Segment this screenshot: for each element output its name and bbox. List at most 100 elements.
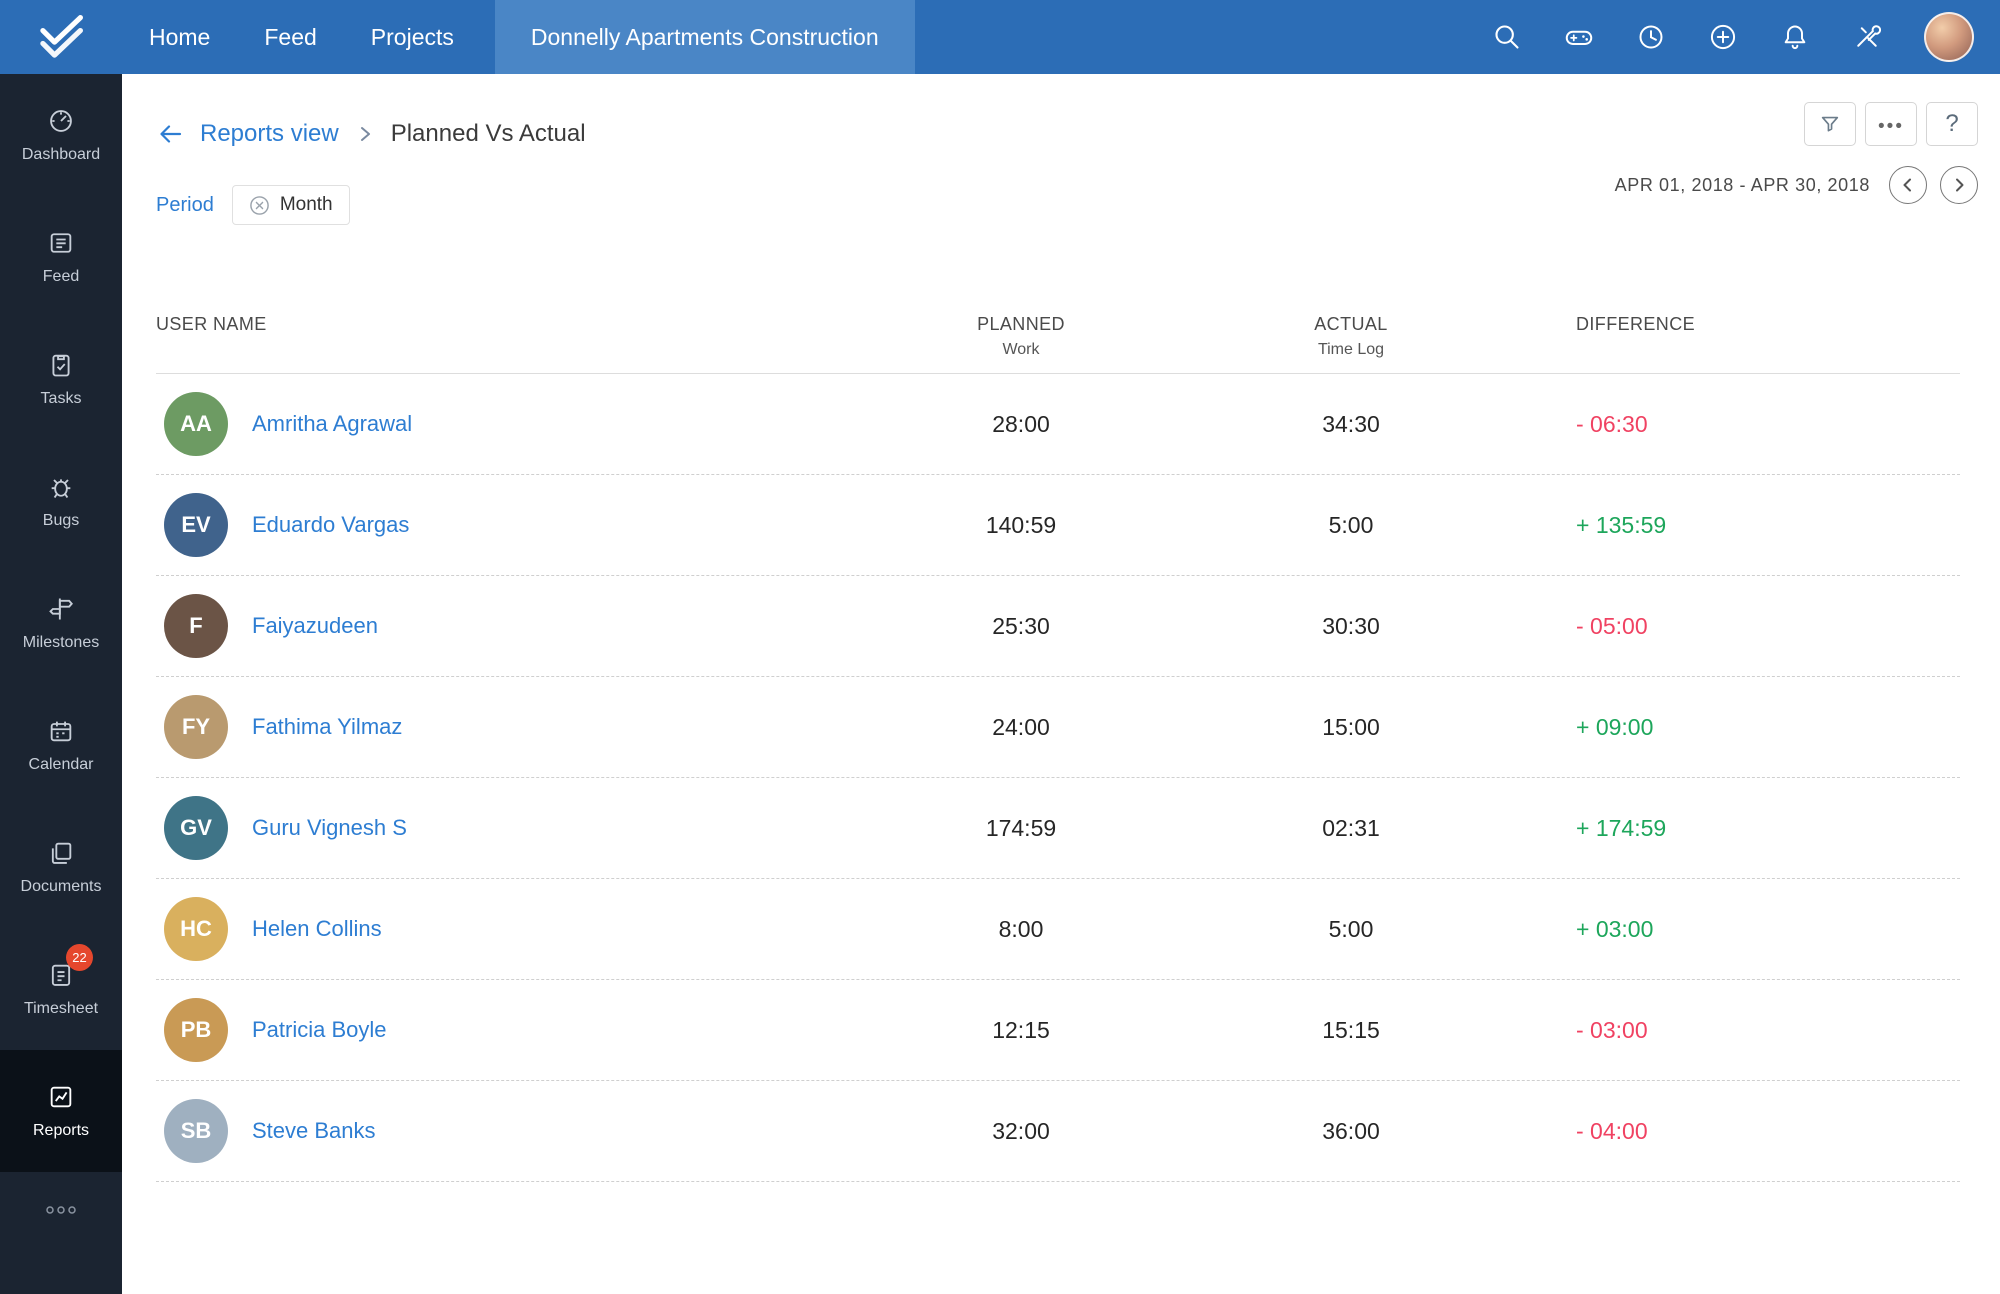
user-name-link[interactable]: Steve Banks [252,1118,376,1144]
user-name-link[interactable]: Guru Vignesh S [252,815,407,841]
sidebar-item-label: Dashboard [21,145,101,163]
planned-vs-actual-table: USER NAME PLANNED Work ACTUAL Time Log D… [156,314,1960,1182]
games-icon[interactable] [1564,22,1594,52]
filter-button[interactable] [1804,102,1856,146]
back-arrow-icon[interactable] [156,120,184,148]
breadcrumb-chevron-icon [355,124,375,144]
table-row: F Faiyazudeen 25:30 30:30 - 05:00 [156,576,1960,677]
sidebar-item-tasks[interactable]: Tasks [0,318,122,440]
nav-projects[interactable]: Projects [344,0,481,74]
sidebar-item-label: Bugs [42,511,80,529]
avatar: FY [164,695,228,759]
filter-icon [1821,116,1839,132]
page-title: Planned Vs Actual [390,120,586,147]
difference-value: + 09:00 [1576,713,1654,740]
planned-value: 32:00 [992,1117,1050,1144]
nav-home[interactable]: Home [122,0,237,74]
sidebar-item-label: Calendar [28,755,94,773]
sidebar-item-label: Reports [32,1121,90,1139]
user-name-link[interactable]: Helen Collins [252,916,382,942]
history-icon[interactable] [1636,22,1666,52]
active-project-tab[interactable]: Donnelly Apartments Construction [494,0,915,74]
sidebar: Dashboard Feed Tasks Bugs Milestones Cal… [0,74,122,1294]
chevron-left-icon [1903,178,1911,192]
sidebar-item-feed[interactable]: Feed [0,196,122,318]
actual-value: 30:30 [1322,612,1380,639]
documents-icon [51,842,72,864]
notifications-icon[interactable] [1780,22,1810,52]
period-chip[interactable]: Month [231,185,350,225]
sidebar-item-documents[interactable]: Documents [0,806,122,928]
user-name-link[interactable]: Amritha Agrawal [252,411,412,437]
timesheet-badge: 22 [66,944,93,971]
date-range-nav: APR 01, 2018 - APR 30, 2018 [1615,166,1978,204]
date-range-label: APR 01, 2018 - APR 30, 2018 [1614,174,1870,195]
col-actual-sub: Time Log [1317,341,1385,358]
table-row: AA Amritha Agrawal 28:00 34:30 - 06:30 [156,374,1960,475]
app-logo[interactable] [0,0,122,74]
double-check-logo-icon [40,15,83,58]
user-name-link[interactable]: Eduardo Vargas [252,512,409,538]
search-icon[interactable] [1492,22,1522,52]
avatar: F [164,594,228,658]
avatar: EV [164,493,228,557]
next-period-button[interactable] [1940,166,1978,204]
user-name-link[interactable]: Fathima Yilmaz [252,714,402,740]
difference-value: + 174:59 [1576,814,1667,841]
actual-value: 15:15 [1322,1016,1380,1043]
sidebar-item-label: Tasks [40,389,82,407]
tasks-icon [52,354,70,376]
help-button[interactable]: ? [1926,102,1978,146]
reports-icon [50,1086,72,1107]
col-planned-sub: Work [1002,341,1040,358]
sidebar-item-reports[interactable]: Reports [0,1050,122,1172]
sidebar-item-label: Documents [20,877,102,895]
actual-value: 5:00 [1328,511,1374,538]
nav-feed[interactable]: Feed [237,0,343,74]
sidebar-item-calendar[interactable]: Calendar [0,684,122,806]
more-options-button[interactable]: ••• [1865,102,1917,146]
avatar: HC [164,897,228,961]
planned-value: 140:59 [985,511,1057,538]
actual-value: 02:31 [1322,814,1380,841]
actual-value: 34:30 [1322,410,1380,437]
feed-icon [50,232,72,253]
remove-filter-icon[interactable] [249,195,270,216]
avatar: AA [164,392,228,456]
table-row: PB Patricia Boyle 12:15 15:15 - 03:00 [156,980,1960,1081]
add-icon[interactable] [1708,22,1738,52]
avatar: PB [164,998,228,1062]
sidebar-item-milestones[interactable]: Milestones [0,562,122,684]
user-name-link[interactable]: Patricia Boyle [252,1017,387,1043]
planned-value: 174:59 [985,814,1057,841]
chevron-right-icon [1956,178,1964,192]
sidebar-item-label: Milestones [22,633,100,651]
table-header: USER NAME PLANNED Work ACTUAL Time Log D… [156,314,1960,374]
period-filter-label[interactable]: Period [156,194,214,217]
dashboard-icon [50,109,72,132]
sidebar-item-timesheet[interactable]: Timesheet 22 [0,928,122,1050]
planned-value: 24:00 [992,713,1050,740]
tools-icon[interactable] [1852,22,1882,52]
avatar: GV [164,796,228,860]
top-navigation-bar: Home Feed Projects Donnelly Apartments C… [0,0,2000,74]
difference-value: - 06:30 [1576,410,1648,437]
table-row: GV Guru Vignesh S 174:59 02:31 + 174:59 [156,778,1960,879]
breadcrumb-reports-view-link[interactable]: Reports view [200,120,339,148]
table-row: FY Fathima Yilmaz 24:00 15:00 + 09:00 [156,677,1960,778]
sidebar-item-dashboard[interactable]: Dashboard [0,74,122,196]
table-row: EV Eduardo Vargas 140:59 5:00 + 135:59 [156,475,1960,576]
actual-value: 36:00 [1322,1117,1380,1144]
milestones-icon [49,598,73,619]
difference-value: - 04:00 [1576,1117,1648,1144]
col-user-name: USER NAME [156,314,267,334]
sidebar-item-bugs[interactable]: Bugs [0,440,122,562]
col-actual: ACTUAL [1314,314,1388,334]
col-difference: DIFFERENCE [1576,314,1696,334]
sidebar-item-label: Timesheet [23,999,99,1017]
prev-period-button[interactable] [1889,166,1927,204]
user-avatar[interactable] [1924,12,1974,62]
user-name-link[interactable]: Faiyazudeen [252,613,378,639]
more-icon [46,1206,76,1214]
sidebar-more-button[interactable] [0,1200,122,1220]
